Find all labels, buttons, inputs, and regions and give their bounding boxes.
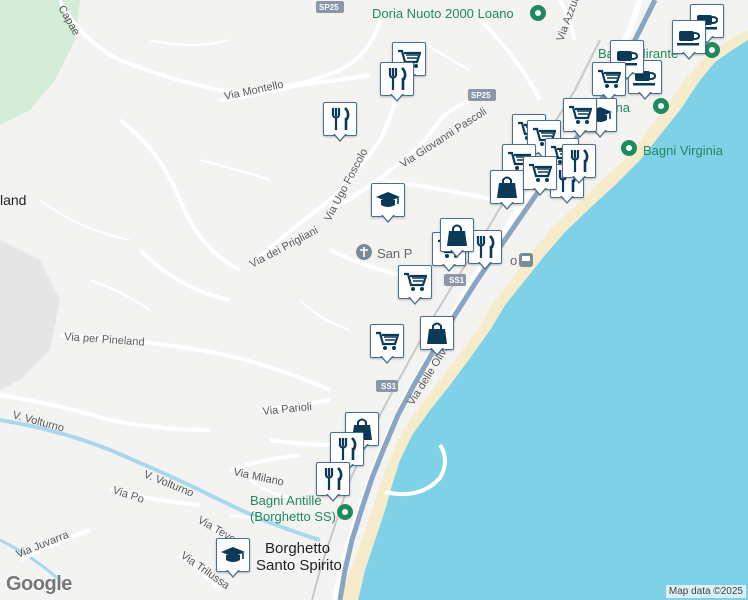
map-marker-cart[interactable] [398,265,432,307]
map-marker-fork-knife[interactable] [316,462,350,504]
coffee-icon [672,20,706,54]
map-marker-coffee[interactable] [672,20,706,62]
place-label-land: land [0,192,26,208]
cart-icon [370,324,404,358]
shield-ss1-mid: SS1 [444,274,466,286]
map-marker-fork-knife[interactable] [380,62,414,104]
map-marker-graduation-cap[interactable] [371,183,405,225]
cart-icon [523,156,557,190]
cart-icon [563,98,597,132]
shield-sp25-mid: SP25 [468,89,496,101]
shopping-bag-icon [420,316,454,350]
town-label-line2: Santo Spirito [256,557,342,574]
shield-ss1-low: SS1 [376,380,398,392]
poi-label-bagni-antille-1[interactable]: Bagni Antille [250,493,322,508]
poi-label-bagni-antille-2[interactable]: (Borghetto SS) [250,509,336,524]
train-station-icon[interactable] [519,253,533,267]
map-marker-fork-knife[interactable] [562,144,596,186]
map-marker-fork-knife[interactable] [323,102,357,144]
poi-label-station[interactable]: o [510,253,517,268]
fork-knife-icon [316,462,350,496]
fork-knife-icon [323,102,357,136]
poi-pin-bagni-virginia-icon[interactable] [621,140,637,156]
fork-knife-icon [562,144,596,178]
fork-knife-icon [380,62,414,96]
map-marker-cart[interactable] [370,324,404,366]
shopping-bag-icon [490,170,524,204]
graduation-cap-icon [371,183,405,217]
poi-label-bagni-virginia[interactable]: Bagni Virginia [643,143,724,158]
graduation-cap-icon [216,538,250,572]
church-icon[interactable] [356,244,372,260]
map-marker-cart[interactable] [523,156,557,198]
svg-text:SP25: SP25 [471,91,491,100]
poi-pin-bagni-antille-icon[interactable] [337,504,353,520]
shopping-bag-icon [440,218,474,252]
map-marker-cart[interactable] [563,98,597,140]
map-marker-graduation-cap[interactable] [216,538,250,580]
poi-label-doria-nuoto[interactable]: Doria Nuoto 2000 Loano [372,6,514,21]
town-label-line1: Borghetto [265,540,330,557]
map-marker-shopping-bag[interactable] [490,170,524,212]
shield-sp25-top: SP25 [316,1,344,13]
poi-pin-doria-nuoto-icon[interactable] [530,5,546,21]
fork-knife-icon [330,432,364,466]
svg-text:SP25: SP25 [319,3,339,12]
map-attribution[interactable]: Map data ©2025 [665,585,746,598]
svg-text:SS1: SS1 [381,382,397,391]
poi-label-san-p[interactable]: San P [377,246,412,261]
map-marker-shopping-bag[interactable] [420,316,454,358]
map-marker-shopping-bag[interactable] [440,218,474,260]
cart-icon [398,265,432,299]
svg-text:SS1: SS1 [449,276,465,285]
cart-icon [592,62,626,96]
google-logo: Google [6,573,72,595]
